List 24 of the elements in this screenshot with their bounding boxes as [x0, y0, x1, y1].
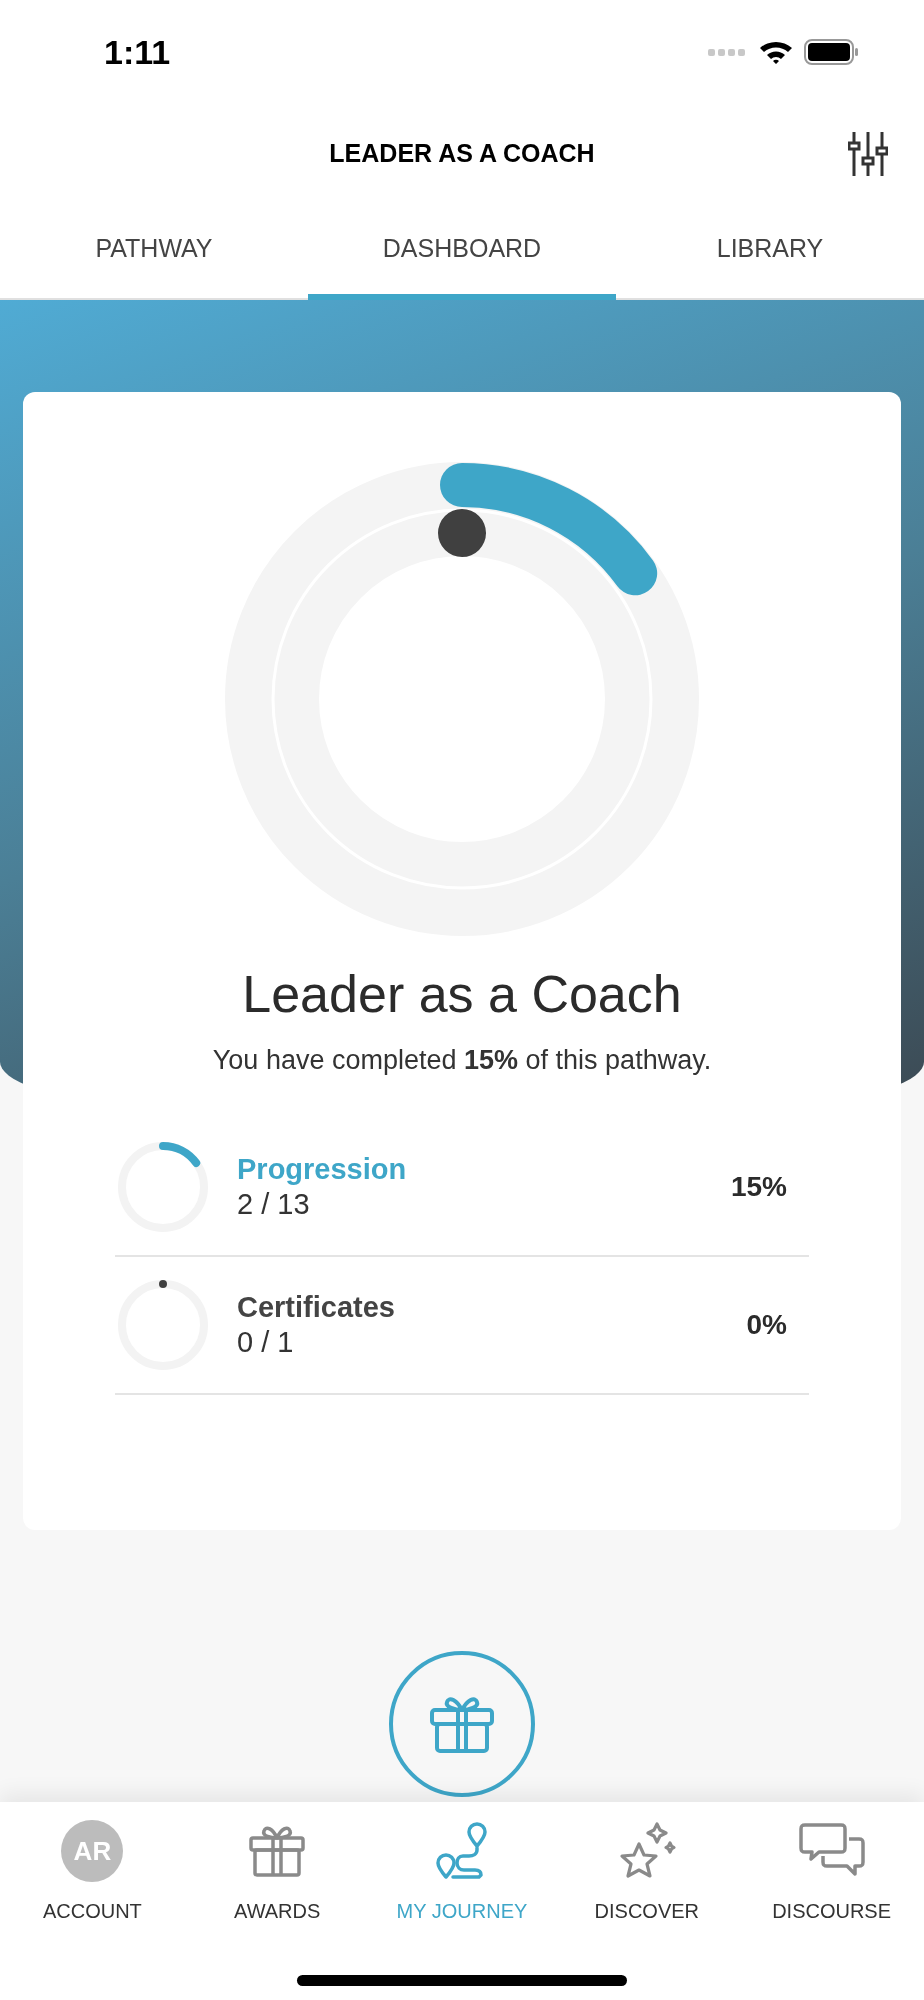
screen-title: LEADER AS A COACH: [329, 138, 595, 168]
status-time: 1:11: [104, 32, 171, 72]
wifi-icon: [758, 39, 794, 65]
stat-percent: 0%: [746, 1309, 787, 1341]
tab[interactable]: PATHWAY: [0, 202, 308, 300]
stat-label: Certificates: [237, 1291, 396, 1324]
stat-count: 2 / 13: [237, 1188, 311, 1221]
settings-icon[interactable]: [848, 130, 888, 178]
tab[interactable]: LIBRARY: [616, 202, 924, 300]
completion-text: You have completed 15% of this pathway.: [212, 1044, 712, 1077]
avatar: AR: [61, 1820, 124, 1882]
stat-percent: 15%: [730, 1171, 787, 1203]
signal-icon: [708, 47, 748, 57]
nav-item[interactable]: AWARDS: [184, 1820, 370, 1930]
rewards-button[interactable]: [389, 1651, 535, 1797]
gift-icon: [248, 1824, 307, 1878]
nav-item[interactable]: AR ACCOUNT: [0, 1820, 185, 1930]
stat-label: Progression: [237, 1153, 408, 1186]
battery-icon: [804, 38, 860, 66]
gift-icon: [429, 1694, 495, 1754]
nav-item[interactable]: DISCOVER: [554, 1820, 740, 1930]
pathway-title: Leader as a Coach: [242, 964, 682, 1025]
nav-item[interactable]: DISCOURSE: [739, 1820, 924, 1930]
stat-count: 0 / 1: [237, 1326, 295, 1359]
